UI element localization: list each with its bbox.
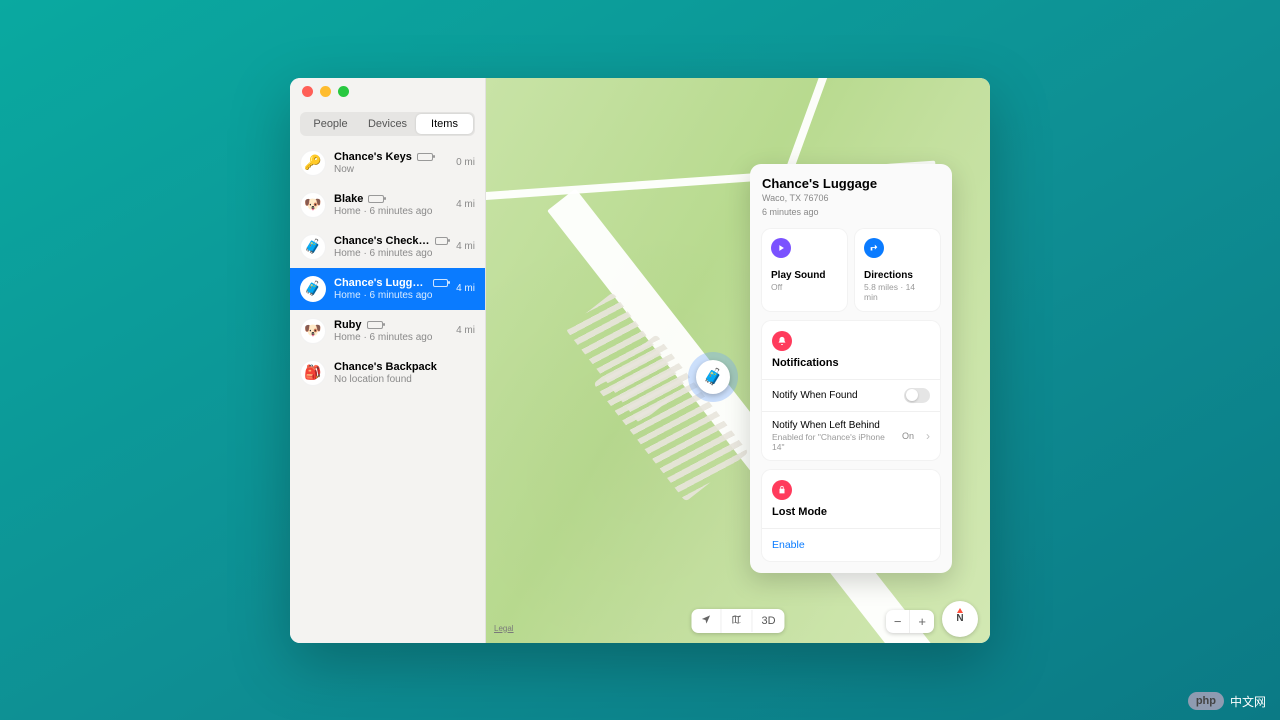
bell-icon: [772, 331, 792, 351]
battery-icon: [417, 153, 433, 161]
minimize-window-button[interactable]: [320, 86, 331, 97]
item-detail-card: Chance's Luggage Waco, TX 76706 6 minute…: [750, 164, 952, 573]
play-sound-label: Play Sound: [771, 270, 838, 281]
zoom-out-button[interactable]: −: [886, 610, 910, 633]
battery-icon: [435, 237, 449, 245]
item-name: Chance's Backpack: [334, 361, 437, 373]
list-item[interactable]: 🐶 RubyHome · 6 minutes ago 4 mi: [290, 310, 485, 352]
notify-when-left-behind-state: On: [902, 431, 914, 441]
detail-title: Chance's Luggage: [762, 176, 940, 191]
tab-people[interactable]: People: [302, 114, 359, 134]
list-item[interactable]: 🔑 Chance's KeysNow 0 mi: [290, 142, 485, 184]
item-sub: Home · 6 minutes ago: [334, 248, 448, 259]
notify-when-found-label: Notify When Found: [772, 390, 896, 401]
close-window-button[interactable]: [302, 86, 313, 97]
map-icon: [730, 614, 742, 625]
location-arrow-icon: [700, 614, 711, 625]
php-logo: php: [1188, 692, 1224, 710]
directions-icon: [864, 238, 884, 258]
item-distance: 0 mi: [456, 157, 475, 168]
notify-when-found-switch[interactable]: [904, 388, 930, 403]
battery-icon: [433, 279, 448, 287]
notify-when-left-behind-label: Notify When Left Behind: [772, 420, 894, 431]
item-sub: Now: [334, 164, 448, 175]
item-name: Chance's Checked L...: [334, 235, 430, 247]
item-distance: 4 mi: [456, 325, 475, 336]
item-name: Chance's Keys: [334, 151, 412, 163]
item-sub: Home · 6 minutes ago: [334, 290, 448, 301]
chevron-right-icon: ›: [926, 429, 930, 443]
play-sound-tile[interactable]: Play Sound Off: [762, 229, 847, 311]
compass-button[interactable]: N: [942, 601, 978, 637]
detail-address: Waco, TX 76706: [762, 193, 940, 203]
fullscreen-window-button[interactable]: [338, 86, 349, 97]
item-icon: 🐶: [300, 318, 326, 344]
lost-mode-enable-button[interactable]: Enable: [762, 528, 940, 561]
item-sub: No location found: [334, 374, 467, 385]
play-sound-sub: Off: [771, 282, 838, 292]
item-pin-icon[interactable]: 🧳: [696, 360, 730, 394]
item-icon: 🧳: [300, 234, 326, 260]
item-icon: 🐶: [300, 192, 326, 218]
item-name: Blake: [334, 193, 363, 205]
list-item[interactable]: 🐶 BlakeHome · 6 minutes ago 4 mi: [290, 184, 485, 226]
play-icon: [771, 238, 791, 258]
item-sub: Home · 6 minutes ago: [334, 332, 448, 343]
list-item[interactable]: 🧳 Chance's LuggageHome · 6 minutes ago 4 m…: [290, 268, 485, 310]
lost-mode-panel: Lost Mode Enable: [762, 470, 940, 561]
item-name: Ruby: [334, 319, 362, 331]
watermark-text: 中文网: [1230, 693, 1266, 710]
window-traffic-lights: [290, 78, 485, 106]
sidebar: People Devices Items 🔑 Chance's KeysNow 0 …: [290, 78, 486, 643]
item-icon: 🔑: [300, 150, 326, 176]
item-distance: 4 mi: [456, 283, 475, 294]
item-distance: 4 mi: [456, 199, 475, 210]
notify-when-left-behind-row[interactable]: Notify When Left Behind Enabled for "Cha…: [762, 411, 940, 460]
zoom-in-button[interactable]: +: [909, 610, 934, 633]
lost-mode-title: Lost Mode: [772, 506, 930, 524]
map-mode-button[interactable]: [720, 609, 751, 633]
battery-icon: [368, 195, 384, 203]
locate-me-button[interactable]: [691, 609, 720, 633]
zoom-control: − +: [886, 610, 934, 633]
item-icon: 🎒: [300, 360, 326, 386]
segmented-control: People Devices Items: [300, 112, 475, 136]
notify-when-found-row[interactable]: Notify When Found: [762, 379, 940, 411]
item-distance: 4 mi: [456, 241, 475, 252]
notify-when-left-behind-sub: Enabled for "Chance's iPhone 14": [772, 432, 894, 452]
app-window: People Devices Items 🔑 Chance's KeysNow 0 …: [290, 78, 990, 643]
list-item[interactable]: 🧳 Chance's Checked L...Home · 6 minutes a…: [290, 226, 485, 268]
map-view[interactable]: 🧳 Legal 3D − + N Chance's Luggage Waco, …: [486, 78, 990, 643]
map-legal-link[interactable]: Legal: [494, 624, 514, 633]
watermark-badge: php 中文网: [1188, 692, 1266, 710]
notifications-panel: Notifications Notify When Found Notify W…: [762, 321, 940, 460]
directions-label: Directions: [864, 270, 931, 281]
tab-devices[interactable]: Devices: [359, 114, 416, 134]
battery-icon: [367, 321, 383, 329]
item-icon: 🧳: [300, 276, 326, 302]
detail-updated-time: 6 minutes ago: [762, 207, 940, 217]
directions-tile[interactable]: Directions 5.8 miles · 14 min: [855, 229, 940, 311]
directions-sub: 5.8 miles · 14 min: [864, 282, 931, 302]
notifications-title: Notifications: [772, 357, 930, 375]
map-toolbar: 3D: [691, 609, 784, 633]
list-item[interactable]: 🎒 Chance's BackpackNo location found: [290, 352, 485, 394]
tab-items[interactable]: Items: [416, 114, 473, 134]
lock-icon: [772, 480, 792, 500]
three-d-button[interactable]: 3D: [751, 610, 784, 632]
items-list: 🔑Chance's KeysNow0 mi🐶BlakeHome · 6 minu…: [290, 142, 485, 643]
item-sub: Home · 6 minutes ago: [334, 206, 448, 217]
item-name: Chance's Luggage: [334, 277, 428, 289]
